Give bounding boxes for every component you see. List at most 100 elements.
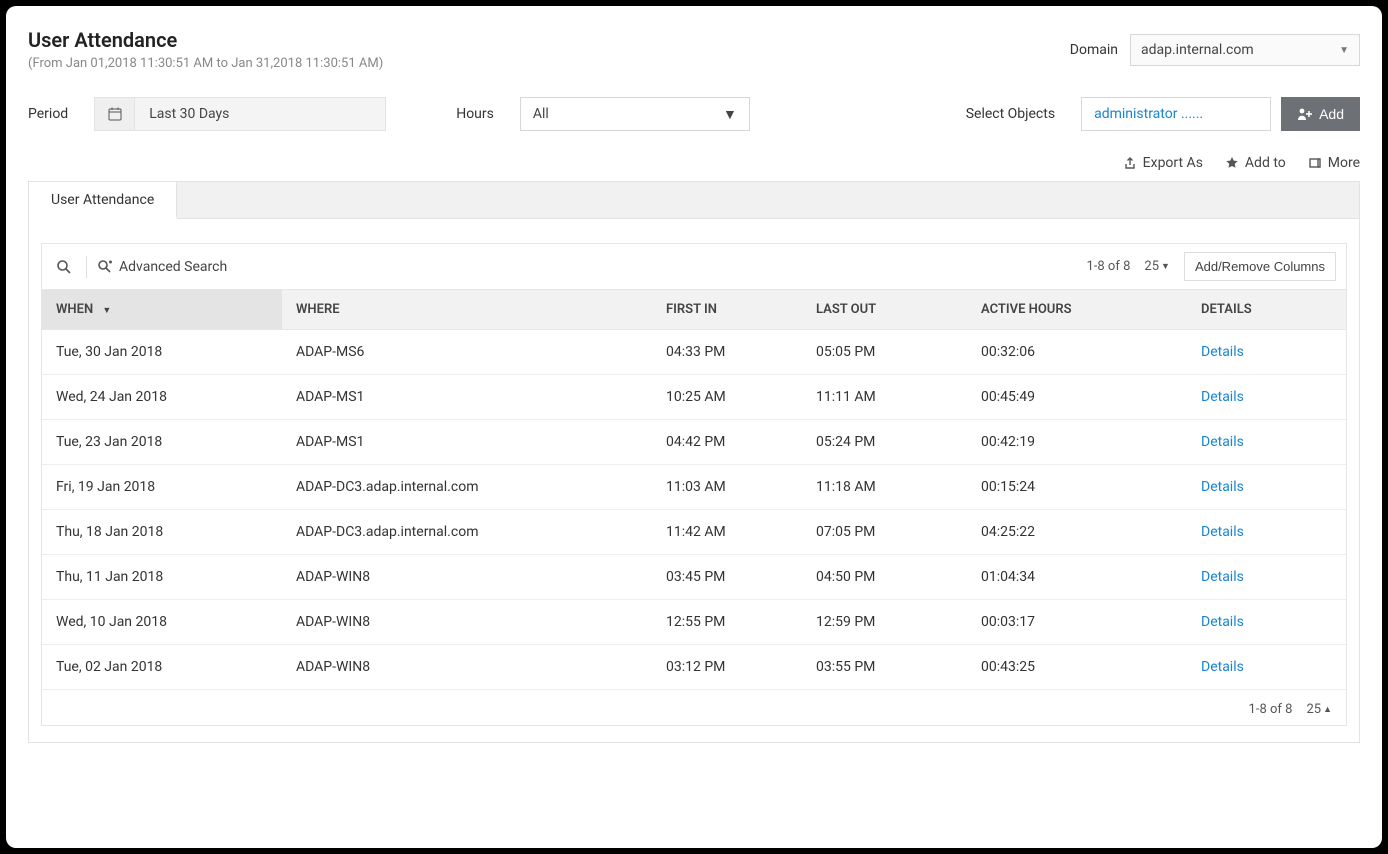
advanced-search-button[interactable]: Advanced Search: [97, 259, 227, 275]
more-button[interactable]: More: [1308, 155, 1360, 171]
cell-first-in: 12:55 PM: [652, 600, 802, 645]
tabs: User Attendance: [28, 181, 1360, 219]
cell-when: Thu, 11 Jan 2018: [42, 555, 282, 600]
cell-active-hours: 00:42:19: [967, 420, 1187, 465]
cell-last-out: 05:24 PM: [802, 420, 967, 465]
cell-active-hours: 00:32:06: [967, 330, 1187, 375]
cell-when: Thu, 18 Jan 2018: [42, 510, 282, 555]
period-value: Last 30 Days: [135, 98, 385, 130]
cell-first-in: 04:42 PM: [652, 420, 802, 465]
content-panel: Advanced Search 1-8 of 8 25 ▼ Add/Remove…: [28, 219, 1360, 743]
objects-input[interactable]: administrator ......: [1081, 97, 1271, 131]
cell-active-hours: 00:43:25: [967, 645, 1187, 690]
cell-last-out: 03:55 PM: [802, 645, 967, 690]
cell-when: Tue, 23 Jan 2018: [42, 420, 282, 465]
cell-active-hours: 00:15:24: [967, 465, 1187, 510]
toolbar-divider: [86, 256, 87, 278]
cell-active-hours: 01:04:34: [967, 555, 1187, 600]
chevron-down-icon: ▼: [1339, 45, 1349, 56]
details-link[interactable]: Details: [1201, 389, 1244, 405]
actions-row: Export As Add to More: [28, 155, 1360, 171]
search-icon: [56, 259, 72, 275]
add-to-label: Add to: [1245, 155, 1286, 171]
cell-active-hours: 00:45:49: [967, 375, 1187, 420]
details-link[interactable]: Details: [1201, 659, 1244, 675]
table-row: Tue, 23 Jan 2018ADAP-MS104:42 PM05:24 PM…: [42, 420, 1346, 465]
cell-when: Wed, 24 Jan 2018: [42, 375, 282, 420]
col-where[interactable]: WHERE: [282, 290, 652, 330]
calendar-icon: [95, 98, 135, 130]
hours-label: Hours: [456, 106, 494, 122]
export-label: Export As: [1143, 155, 1203, 171]
export-button[interactable]: Export As: [1123, 155, 1203, 171]
col-active-hours[interactable]: ACTIVE HOURS: [967, 290, 1187, 330]
table-row: Thu, 11 Jan 2018ADAP-WIN803:45 PM04:50 P…: [42, 555, 1346, 600]
pager-top: 1-8 of 8: [1086, 259, 1130, 274]
details-link[interactable]: Details: [1201, 614, 1244, 630]
cell-first-in: 11:03 AM: [652, 465, 802, 510]
cell-when: Tue, 02 Jan 2018: [42, 645, 282, 690]
hours-value: All: [533, 106, 549, 122]
cell-where: ADAP-MS6: [282, 330, 652, 375]
period-label: Period: [28, 106, 68, 122]
table-row: Fri, 19 Jan 2018ADAP-DC3.adap.internal.c…: [42, 465, 1346, 510]
page-size-value: 25: [1306, 702, 1321, 717]
domain-select[interactable]: adap.internal.com ▼: [1130, 34, 1360, 66]
details-link[interactable]: Details: [1201, 569, 1244, 585]
page-subtitle: (From Jan 01,2018 11:30:51 AM to Jan 31,…: [28, 56, 383, 71]
add-button[interactable]: Add: [1281, 97, 1360, 131]
cell-where: ADAP-WIN8: [282, 555, 652, 600]
details-link[interactable]: Details: [1201, 434, 1244, 450]
cell-first-in: 11:42 AM: [652, 510, 802, 555]
objects-value: administrator ......: [1094, 106, 1203, 122]
objects-label: Select Objects: [966, 106, 1055, 122]
tab-user-attendance[interactable]: User Attendance: [29, 182, 177, 219]
domain-value: adap.internal.com: [1141, 42, 1254, 58]
col-details[interactable]: DETAILS: [1187, 290, 1346, 330]
col-when[interactable]: WHEN ▼: [42, 290, 282, 330]
cell-last-out: 05:05 PM: [802, 330, 967, 375]
cell-last-out: 11:11 AM: [802, 375, 967, 420]
search-button[interactable]: [52, 255, 76, 279]
cell-where: ADAP-WIN8: [282, 600, 652, 645]
table-toolbar: Advanced Search 1-8 of 8 25 ▼ Add/Remove…: [42, 244, 1346, 289]
cell-active-hours: 04:25:22: [967, 510, 1187, 555]
page-size-select-top[interactable]: 25 ▼: [1144, 259, 1170, 274]
page-title: User Attendance: [28, 28, 383, 52]
star-icon: [1225, 156, 1239, 170]
export-icon: [1123, 156, 1137, 170]
cell-when: Fri, 19 Jan 2018: [42, 465, 282, 510]
table-row: Thu, 18 Jan 2018ADAP-DC3.adap.internal.c…: [42, 510, 1346, 555]
cell-last-out: 12:59 PM: [802, 600, 967, 645]
add-button-label: Add: [1319, 106, 1344, 122]
more-icon: [1308, 156, 1322, 170]
cell-first-in: 04:33 PM: [652, 330, 802, 375]
caret-up-icon: ▲: [1323, 704, 1332, 715]
add-remove-columns-button[interactable]: Add/Remove Columns: [1184, 252, 1336, 281]
page-size-value: 25: [1144, 259, 1159, 274]
chevron-down-icon: ▼: [723, 106, 737, 123]
details-link[interactable]: Details: [1201, 344, 1244, 360]
add-to-button[interactable]: Add to: [1225, 155, 1286, 171]
period-picker[interactable]: Last 30 Days: [94, 97, 386, 131]
app-window: User Attendance (From Jan 01,2018 11:30:…: [6, 6, 1382, 848]
col-first-in[interactable]: FIRST IN: [652, 290, 802, 330]
add-user-icon: [1297, 107, 1313, 121]
header-row: User Attendance (From Jan 01,2018 11:30:…: [28, 28, 1360, 71]
page-size-select-bottom[interactable]: 25 ▲: [1306, 702, 1332, 717]
domain-label: Domain: [1070, 42, 1118, 58]
table-row: Wed, 24 Jan 2018ADAP-MS110:25 AM11:11 AM…: [42, 375, 1346, 420]
details-link[interactable]: Details: [1201, 479, 1244, 495]
cell-when: Wed, 10 Jan 2018: [42, 600, 282, 645]
cell-active-hours: 00:03:17: [967, 600, 1187, 645]
cell-where: ADAP-DC3.adap.internal.com: [282, 510, 652, 555]
details-link[interactable]: Details: [1201, 524, 1244, 540]
caret-down-icon: ▼: [1161, 261, 1170, 272]
hours-select[interactable]: All ▼: [520, 97, 750, 131]
cell-last-out: 07:05 PM: [802, 510, 967, 555]
cell-where: ADAP-MS1: [282, 375, 652, 420]
attendance-table: WHEN ▼ WHERE FIRST IN LAST OUT ACTIVE HO…: [42, 289, 1346, 690]
sort-desc-icon: ▼: [102, 306, 111, 316]
cell-last-out: 11:18 AM: [802, 465, 967, 510]
col-last-out[interactable]: LAST OUT: [802, 290, 967, 330]
